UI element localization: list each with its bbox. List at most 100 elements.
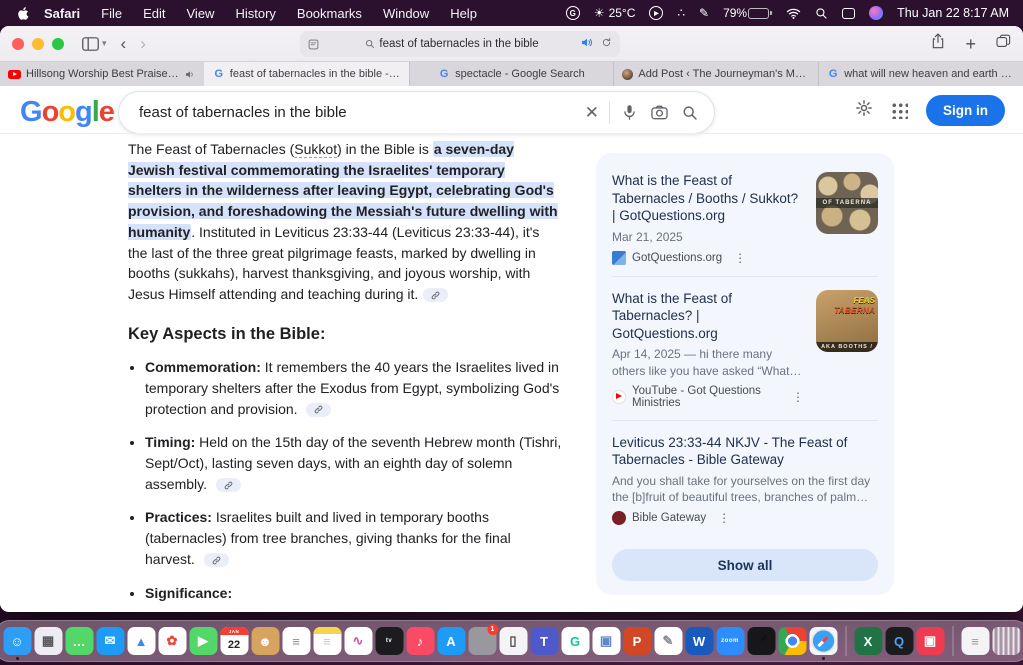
dock-item-word[interactable]: W — [685, 622, 713, 660]
google-logo[interactable]: Google — [20, 96, 114, 129]
kebab-menu-icon[interactable]: ⋮ — [734, 251, 746, 265]
menu-bookmarks[interactable]: Bookmarks — [297, 6, 362, 21]
dock-item-contacts[interactable]: ☻ — [251, 622, 279, 660]
dock-item-quicktime[interactable]: Q — [885, 622, 913, 660]
tab-audio-mute-icon[interactable] — [581, 37, 594, 51]
close-window-button[interactable] — [12, 38, 24, 50]
citation-chip[interactable] — [423, 288, 448, 302]
dock-item-teams[interactable]: T — [530, 622, 558, 660]
dock-item-finder[interactable]: ☺ — [3, 622, 31, 660]
weather-status[interactable]: ☀25°C — [594, 6, 636, 20]
kebab-menu-icon[interactable]: ⋮ — [718, 511, 730, 525]
dock-item-launchpad[interactable]: ▦ — [34, 622, 62, 660]
dock-item-maps[interactable]: ▲ — [127, 622, 155, 660]
menu-edit[interactable]: Edit — [143, 6, 165, 21]
lens-search-icon[interactable] — [651, 105, 668, 120]
dock-item-downloads[interactable]: ≡ — [961, 622, 989, 660]
address-bar[interactable]: feast of tabernacles in the bible — [300, 31, 620, 57]
google-search-box[interactable]: ✕ — [118, 91, 715, 134]
settings-gear-icon[interactable] — [855, 99, 873, 122]
citation-chip[interactable] — [306, 403, 331, 417]
back-button[interactable]: ‹ — [121, 35, 127, 52]
dock-item-notes[interactable]: ≡ — [313, 622, 341, 660]
menu-safari[interactable]: Safari — [44, 6, 80, 21]
tab-google[interactable]: Gspectacle - Google Search — [409, 62, 614, 86]
menu-history[interactable]: History — [235, 6, 275, 21]
card-title[interactable]: What is the Feast of Tabernacles? | GotQ… — [612, 290, 804, 343]
clear-search-icon[interactable]: ✕ — [585, 103, 599, 123]
dock-item-textedit[interactable]: ✎ — [654, 622, 682, 660]
dots-status-icon[interactable]: ∴ — [677, 6, 685, 20]
tab-journeyman[interactable]: Add Post ‹ The Journeyman's Moments — W.… — [613, 62, 818, 86]
spotlight-search-icon[interactable] — [815, 7, 828, 20]
wifi-icon[interactable] — [786, 8, 801, 19]
dock-item-photos[interactable]: ✿ — [158, 622, 186, 660]
google-apps-grid-icon[interactable] — [891, 102, 908, 119]
menu-view[interactable]: View — [187, 6, 215, 21]
menu-clock[interactable]: Thu Jan 22 8:17 AM — [897, 6, 1009, 20]
share-icon[interactable] — [931, 33, 945, 54]
dock-item-photo-booth[interactable]: ▣ — [592, 622, 620, 660]
sidebar-toggle-button[interactable]: ▾ — [82, 37, 107, 51]
pen-status-icon[interactable]: ✎ — [699, 6, 709, 20]
maps-icon: ▲ — [127, 627, 155, 655]
apple-logo-icon[interactable] — [14, 5, 30, 21]
dock-item-app-store[interactable]: A — [437, 622, 465, 660]
dock-item-zoom[interactable]: zoom — [716, 622, 744, 660]
dock-item-excel[interactable]: X — [854, 622, 882, 660]
tab-google[interactable]: Gwhat will new heaven and earth be like … — [818, 62, 1023, 86]
menu-window[interactable]: Window — [383, 6, 429, 21]
siri-icon[interactable] — [869, 6, 883, 20]
tab-google[interactable]: Gfeast of tabernacles in the bible - Goo… — [204, 62, 409, 86]
page-settings-icon[interactable] — [308, 39, 319, 50]
dock-item-freeform[interactable]: ∿ — [344, 622, 372, 660]
citation-chip[interactable] — [204, 553, 229, 567]
sidebar-card[interactable]: What is the Feast of Tabernacles? | GotQ… — [612, 277, 878, 421]
minimize-window-button[interactable] — [32, 38, 44, 50]
g-app-icon[interactable]: G — [566, 6, 580, 20]
kebab-menu-icon[interactable]: ⋮ — [792, 390, 804, 404]
reload-icon[interactable] — [601, 37, 612, 51]
citation-chip[interactable] — [216, 478, 241, 492]
search-box-divider — [609, 101, 610, 124]
battery-indicator[interactable]: 79% — [723, 6, 772, 20]
display-icon[interactable] — [842, 8, 855, 19]
sidebar-card[interactable]: What is the Feast of Tabernacles / Booth… — [612, 159, 878, 277]
card-title[interactable]: Leviticus 23:33-44 NKJV - The Feast of T… — [612, 434, 878, 469]
tab-audio-icon[interactable] — [185, 70, 196, 79]
card-title[interactable]: What is the Feast of Tabernacles / Booth… — [612, 172, 804, 225]
search-submit-icon[interactable] — [682, 105, 698, 121]
card-thumbnail[interactable]: FEASTABERNAAKA BOOTHS / — [816, 290, 878, 352]
dock-item-messages[interactable]: … — [65, 622, 93, 660]
show-all-button[interactable]: Show all — [612, 549, 878, 581]
tab-youtube[interactable]: Hillsong Worship Best Praise Songs Playl… — [0, 62, 204, 86]
voice-search-icon[interactable] — [622, 104, 637, 121]
zoom-window-button[interactable] — [52, 38, 64, 50]
dock-item-music[interactable]: ♪ — [406, 622, 434, 660]
sukkot-term-link[interactable]: Sukkot — [294, 141, 337, 158]
menu-file[interactable]: File — [101, 6, 122, 21]
dock-item-powerpoint[interactable]: P — [623, 622, 651, 660]
card-thumbnail[interactable]: OF TABERNA — [816, 172, 878, 234]
dock-item-clock[interactable] — [747, 622, 775, 660]
dock-item-mail[interactable]: ✉ — [96, 622, 124, 660]
dock-item-system-settings[interactable]: 1 — [468, 622, 496, 660]
dock-item-iphone-mirroring[interactable]: ▯ — [499, 622, 527, 660]
forward-button[interactable]: › — [140, 35, 146, 52]
dock-item-reminders[interactable]: ≡ — [282, 622, 310, 660]
dock-item-grammarly[interactable]: G — [561, 622, 589, 660]
playback-status-icon[interactable]: ▶ — [649, 6, 663, 20]
dock-item-inshot[interactable]: ▣ — [916, 622, 944, 660]
menu-help[interactable]: Help — [450, 6, 477, 21]
sign-in-button[interactable]: Sign in — [926, 95, 1005, 126]
dock-item-safari[interactable] — [809, 622, 837, 660]
sidebar-card[interactable]: Leviticus 23:33-44 NKJV - The Feast of T… — [612, 421, 878, 536]
dock-item-apple-tv[interactable]: tv — [375, 622, 403, 660]
dock-item-chrome[interactable] — [778, 622, 806, 660]
dock-item-calendar[interactable]: 22 — [220, 622, 248, 660]
search-input[interactable] — [139, 104, 585, 121]
new-tab-button[interactable]: + — [965, 35, 976, 53]
tab-overview-button[interactable] — [996, 34, 1011, 53]
dock-item-trash[interactable] — [992, 622, 1020, 660]
dock-item-facetime[interactable]: ▶ — [189, 622, 217, 660]
